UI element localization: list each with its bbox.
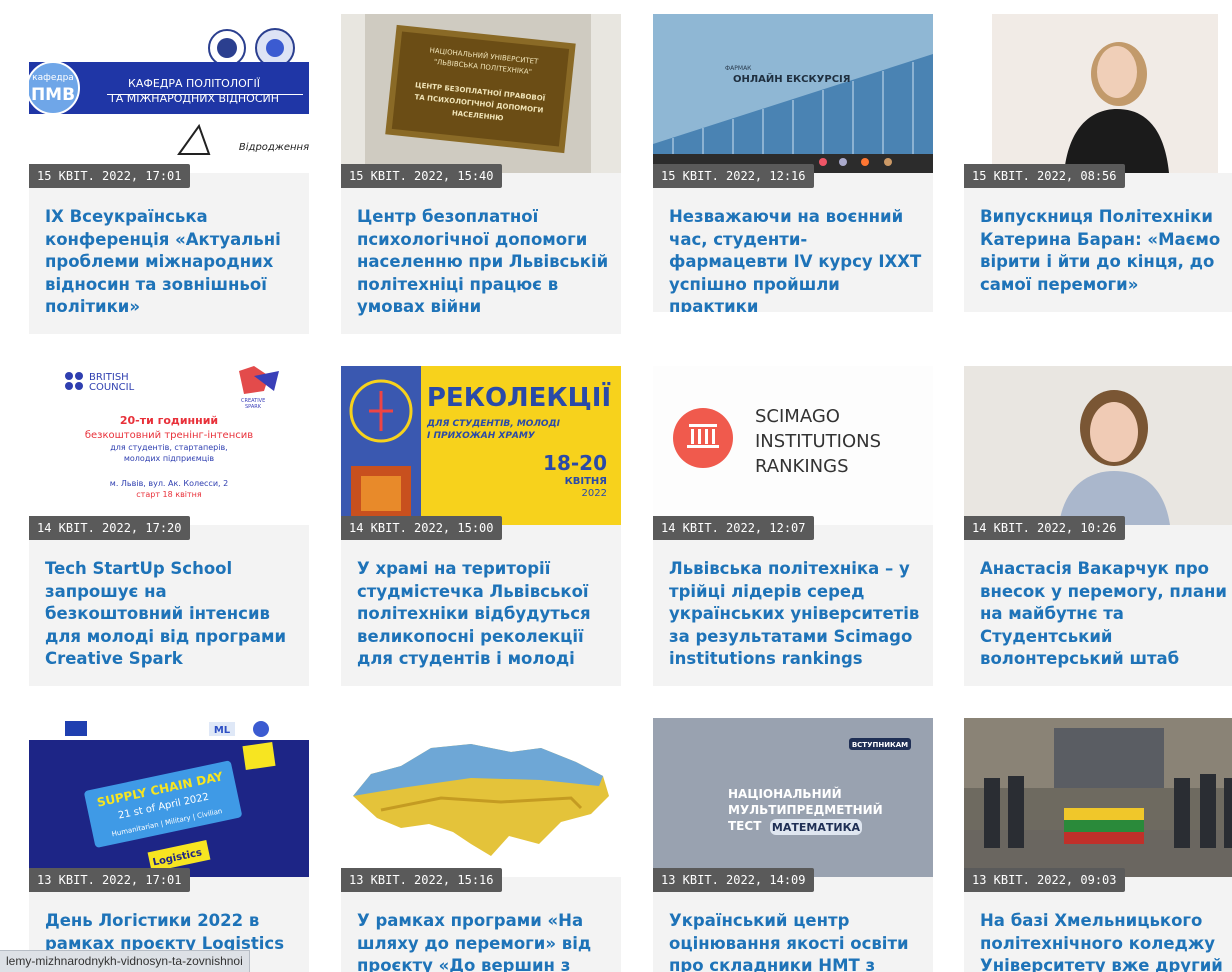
news-card[interactable]: ФАРМАК ОНЛАЙН ЕКСКУРСІЯ 15 КВІТ. 2022, 1… [653, 14, 933, 312]
news-date: 13 КВІТ. 2022, 17:01 [29, 868, 190, 892]
news-title[interactable]: Tech StartUp School запрошує на безкошто… [45, 558, 299, 671]
logo-text-kafedra: кафедра [32, 73, 74, 83]
rekol-year: 2022 [582, 488, 607, 499]
news-title[interactable]: Львівська політехніка – у трійці лідерів… [669, 558, 923, 671]
status-bar-url: lemy-mizhnarodnykh-vidnosyn-ta-zovnishno… [0, 950, 250, 972]
news-card[interactable]: BRITISH COUNCIL CREATIVE SPARK 20-ти год… [29, 366, 309, 686]
news-date: 14 КВІТ. 2022, 10:26 [964, 516, 1125, 540]
rekol-title: РЕКОЛЕКЦІЇ [427, 381, 611, 413]
training-text-4: молодих підприємців [124, 454, 215, 463]
training-text-2: безкоштовний тренінг-інтенсив [85, 429, 253, 441]
news-title[interactable]: Анастасія Вакарчук про внесок у перемогу… [980, 558, 1232, 671]
news-title[interactable]: У храмі на території студмістечка Львівс… [357, 558, 611, 671]
news-card[interactable]: РЕКОЛЕКЦІЇ ДЛЯ СТУДЕНТІВ, МОЛОДІ І ПРИХО… [341, 366, 621, 686]
news-date: 15 КВІТ. 2022, 08:56 [964, 164, 1125, 188]
excursion-label: ОНЛАЙН ЕКСКУРСІЯ [733, 72, 850, 85]
news-date: 15 КВІТ. 2022, 17:01 [29, 164, 190, 188]
scimago-text-3: RANKINGS [755, 456, 849, 477]
news-image-ukraine-map[interactable] [341, 718, 621, 877]
news-date: 13 КВІТ. 2022, 09:03 [964, 868, 1125, 892]
news-image-center-sign[interactable]: НАЦІОНАЛЬНИЙ УНІВЕРСИТЕТ "ЛЬВІВСЬКА ПОЛІ… [341, 14, 621, 173]
news-image-scimago[interactable]: SCIMAGO INSTITUTIONS RANKINGS [653, 366, 933, 525]
scimago-text-2: INSTITUTIONS [755, 431, 881, 452]
banner-text-1: КАФЕДРА ПОЛІТОЛОГІЇ [128, 77, 261, 90]
news-title[interactable]: Український центр оцінювання якості осві… [669, 910, 923, 972]
news-date: 14 КВІТ. 2022, 12:07 [653, 516, 814, 540]
news-image-portrait[interactable] [964, 14, 1232, 173]
nmt-text-1: НАЦІОНАЛЬНИЙ [728, 786, 842, 801]
news-image-nmt[interactable]: ВСТУПНИКАМ НАЦІОНАЛЬНИЙ МУЛЬТИПРЕДМЕТНИЙ… [653, 718, 933, 877]
logo-text-pmv: ПМВ [31, 85, 75, 105]
news-image-politology[interactable]: кафедра ПМВ КАФЕДРА ПОЛІТОЛОГІЇ ТА МІЖНА… [29, 14, 309, 173]
banner-text-2: ТА МІЖНАРОДНИХ ВІДНОСИН [108, 92, 279, 105]
news-title[interactable]: День Логістики 2022 в рамках проєкту Log… [45, 910, 299, 955]
news-title[interactable]: Випускниця Політехніки Катерина Баран: «… [980, 206, 1232, 296]
news-date: 13 КВІТ. 2022, 15:16 [341, 868, 502, 892]
news-image-group-photo[interactable] [964, 718, 1232, 877]
news-card[interactable]: ML SUPPLY CHAIN DAY 21 st of April 2022 … [29, 718, 309, 972]
rekol-sub-2: І ПРИХОЖАН ХРАМУ [427, 431, 536, 441]
bc-text-2: COUNCIL [89, 382, 135, 393]
ml-logo-text: ML [214, 725, 231, 736]
news-card[interactable]: 14 КВІТ. 2022, 10:26 Анастасія Вакарчук … [964, 366, 1232, 686]
news-title[interactable]: Незважаючи на воєнний час, студенти-фарм… [669, 206, 923, 312]
news-date: 13 КВІТ. 2022, 14:09 [653, 868, 814, 892]
news-image-british-council[interactable]: BRITISH COUNCIL CREATIVE SPARK 20-ти год… [29, 366, 309, 525]
news-date: 15 КВІТ. 2022, 12:16 [653, 164, 814, 188]
news-card[interactable]: 13 КВІТ. 2022, 15:16 У рамках програми «… [341, 718, 621, 972]
training-text-1: 20-ти годинний [120, 414, 218, 427]
nmt-badge: ВСТУПНИКАМ [852, 741, 908, 749]
pharmak-label: ФАРМАК [725, 65, 752, 72]
cs-text-2: SPARK [245, 404, 262, 410]
training-text-5: м. Львів, вул. Ак. Колесси, 2 [110, 479, 228, 488]
news-title[interactable]: На базі Хмельницького політехнічного кол… [980, 910, 1232, 972]
rekol-month: КВІТНЯ [565, 476, 607, 487]
news-image-rekolektsii[interactable]: РЕКОЛЕКЦІЇ ДЛЯ СТУДЕНТІВ, МОЛОДІ І ПРИХО… [341, 366, 621, 525]
training-text-3: для студентів, стартаперів, [110, 443, 227, 452]
news-title[interactable]: У рамках програми «На шляху до перемоги»… [357, 910, 611, 972]
news-date: 14 КВІТ. 2022, 17:20 [29, 516, 190, 540]
scimago-text-1: SCIMAGO [755, 406, 840, 427]
training-text-6: старт 18 квітня [136, 490, 202, 499]
news-title[interactable]: Центр безоплатної психологічної допомоги… [357, 206, 611, 319]
rekol-dates: 18-20 [543, 451, 607, 475]
news-card[interactable]: кафедра ПМВ КАФЕДРА ПОЛІТОЛОГІЇ ТА МІЖНА… [29, 14, 309, 334]
news-card[interactable]: ВСТУПНИКАМ НАЦІОНАЛЬНИЙ МУЛЬТИПРЕДМЕТНИЙ… [653, 718, 933, 972]
partner-logo-text: Відродження [239, 141, 309, 153]
news-card[interactable]: НАЦІОНАЛЬНИЙ УНІВЕРСИТЕТ "ЛЬВІВСЬКА ПОЛІ… [341, 14, 621, 334]
news-title[interactable]: IX Всеукраїнська конференція «Актуальні … [45, 206, 299, 319]
nmt-text-2: МУЛЬТИПРЕДМЕТНИЙ [728, 802, 883, 817]
nmt-subject: МАТЕМАТИКА [772, 821, 861, 834]
news-card[interactable]: 15 КВІТ. 2022, 08:56 Випускниця Політехн… [964, 14, 1232, 312]
news-image-online-excursion[interactable]: ФАРМАК ОНЛАЙН ЕКСКУРСІЯ [653, 14, 933, 173]
news-date: 14 КВІТ. 2022, 15:00 [341, 516, 502, 540]
news-card[interactable]: SCIMAGO INSTITUTIONS RANKINGS 14 КВІТ. 2… [653, 366, 933, 686]
news-card[interactable]: 13 КВІТ. 2022, 09:03 На базі Хмельницько… [964, 718, 1232, 972]
rekol-sub-1: ДЛЯ СТУДЕНТІВ, МОЛОДІ [426, 419, 561, 429]
news-grid: кафедра ПМВ КАФЕДРА ПОЛІТОЛОГІЇ ТА МІЖНА… [0, 0, 1232, 972]
news-date: 15 КВІТ. 2022, 15:40 [341, 164, 502, 188]
nmt-text-3: ТЕСТ [728, 819, 762, 833]
news-image-supply-chain[interactable]: ML SUPPLY CHAIN DAY 21 st of April 2022 … [29, 718, 309, 877]
news-image-portrait-2[interactable] [964, 366, 1232, 525]
